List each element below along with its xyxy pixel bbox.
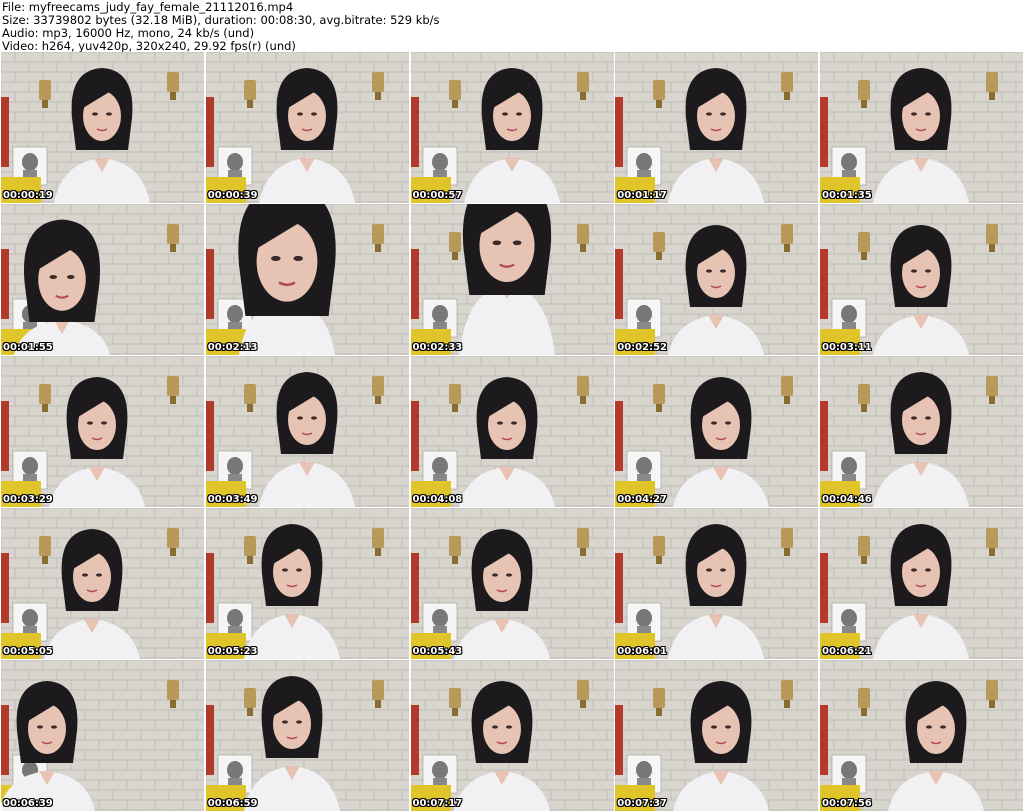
video-thumbnail: 00:04:27	[615, 356, 819, 507]
webcam-frame-image	[615, 356, 819, 507]
webcam-frame-image	[820, 508, 1023, 659]
video-thumbnail: 00:06:59	[205, 660, 409, 811]
webcam-frame-image	[615, 204, 819, 355]
frame-timestamp: 00:03:49	[207, 494, 258, 505]
frame-timestamp: 00:03:29	[3, 494, 53, 505]
frame-timestamp: 00:07:37	[617, 798, 667, 809]
webcam-frame-image	[205, 52, 409, 203]
frame-timestamp: 00:05:23	[207, 646, 258, 657]
webcam-frame-image	[615, 52, 819, 203]
frame-timestamp: 00:02:33	[412, 342, 463, 353]
webcam-frame-image	[205, 204, 409, 355]
video-thumbnail: 00:02:13	[205, 204, 409, 355]
thumbnail-grid: 00:00:19 00:00:39 00:00:57 00:01:17 00:0…	[1, 52, 1023, 811]
webcam-frame-image	[615, 508, 819, 659]
frame-timestamp: 00:01:35	[822, 190, 872, 201]
video-info-header: File: myfreecams_judy_fay_female_2111201…	[2, 0, 1022, 53]
video-thumbnail: 00:03:11	[820, 204, 1023, 355]
webcam-frame-image	[205, 356, 409, 507]
video-thumbnail: 00:01:17	[615, 52, 819, 203]
webcam-frame-image	[1, 508, 204, 659]
webcam-frame-image	[820, 52, 1023, 203]
frame-timestamp: 00:01:55	[3, 342, 53, 353]
frame-timestamp: 00:00:39	[207, 190, 258, 201]
video-thumbnail: 00:02:52	[615, 204, 819, 355]
frame-timestamp: 00:04:46	[822, 494, 872, 505]
video-thumbnail: 00:01:35	[820, 52, 1023, 203]
frame-timestamp: 00:04:08	[412, 494, 463, 505]
frame-timestamp: 00:05:43	[412, 646, 463, 657]
webcam-frame-image	[1, 356, 204, 507]
webcam-frame-image	[820, 660, 1023, 811]
webcam-frame-image	[410, 660, 614, 811]
video-thumbnail: 00:02:33	[410, 204, 614, 355]
webcam-frame-image	[410, 508, 614, 659]
webcam-frame-image	[205, 508, 409, 659]
frame-timestamp: 00:06:21	[822, 646, 872, 657]
frame-timestamp: 00:04:27	[617, 494, 667, 505]
video-thumbnail: 00:01:55	[1, 204, 204, 355]
frame-timestamp: 00:01:17	[617, 190, 667, 201]
video-thumbnail: 00:04:08	[410, 356, 614, 507]
video-thumbnail: 00:03:29	[1, 356, 204, 507]
video-thumbnail: 00:06:39	[1, 660, 204, 811]
webcam-frame-image	[820, 356, 1023, 507]
frame-timestamp: 00:06:39	[3, 798, 53, 809]
webcam-frame-image	[410, 356, 614, 507]
video-thumbnail: 00:00:19	[1, 52, 204, 203]
webcam-frame-image	[1, 660, 204, 811]
webcam-frame-image	[410, 204, 614, 355]
frame-timestamp: 00:07:17	[412, 798, 463, 809]
webcam-frame-image	[820, 204, 1023, 355]
video-thumbnail: 00:05:05	[1, 508, 204, 659]
frame-timestamp: 00:06:59	[207, 798, 258, 809]
frame-timestamp: 00:02:52	[617, 342, 667, 353]
video-thumbnail: 00:06:21	[820, 508, 1023, 659]
webcam-frame-image	[1, 52, 204, 203]
frame-timestamp: 00:02:13	[207, 342, 258, 353]
webcam-frame-image	[1, 204, 204, 355]
frame-timestamp: 00:05:05	[3, 646, 53, 657]
video-thumbnail: 00:06:01	[615, 508, 819, 659]
video-thumbnail: 00:05:23	[205, 508, 409, 659]
frame-timestamp: 00:06:01	[617, 646, 667, 657]
video-thumbnail: 00:00:57	[410, 52, 614, 203]
video-thumbnail: 00:04:46	[820, 356, 1023, 507]
frame-timestamp: 00:00:57	[412, 190, 463, 201]
video-thumbnail: 00:07:17	[410, 660, 614, 811]
frame-timestamp: 00:07:56	[822, 798, 872, 809]
video-thumbnail: 00:00:39	[205, 52, 409, 203]
video-thumbnail: 00:05:43	[410, 508, 614, 659]
video-thumbnail: 00:03:49	[205, 356, 409, 507]
webcam-frame-image	[205, 660, 409, 811]
frame-timestamp: 00:03:11	[822, 342, 872, 353]
frame-timestamp: 00:00:19	[3, 190, 53, 201]
video-thumbnail: 00:07:37	[615, 660, 819, 811]
webcam-frame-image	[410, 52, 614, 203]
video-thumbnail: 00:07:56	[820, 660, 1023, 811]
webcam-frame-image	[615, 660, 819, 811]
